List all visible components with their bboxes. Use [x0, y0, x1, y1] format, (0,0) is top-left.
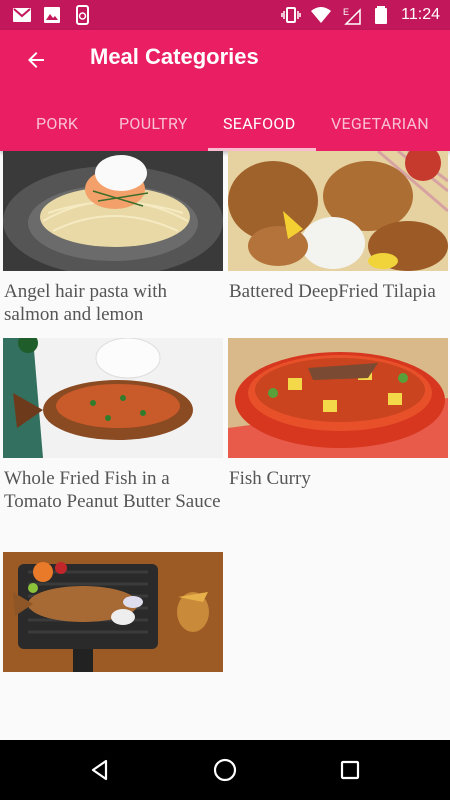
wifi-icon: [311, 7, 332, 23]
meal-image: [3, 552, 223, 672]
meal-card[interactable]: [3, 552, 223, 681]
tab-vegetarian[interactable]: VEGETARIAN: [331, 114, 429, 133]
meal-card[interactable]: Whole Fried Fish in a Tomato Peanut Butt…: [3, 338, 223, 513]
nav-back-button[interactable]: [85, 755, 115, 785]
meal-image: [3, 151, 223, 271]
home-circle-icon: [213, 758, 237, 782]
meal-title: Battered DeepFried Tilapia: [229, 281, 436, 302]
meal-title: Fish Curry: [229, 468, 311, 489]
tab-seafood[interactable]: SEAFOOD: [223, 114, 296, 133]
status-time: 11:24: [401, 6, 440, 23]
tab-pork[interactable]: PORK: [36, 114, 78, 133]
meal-card[interactable]: Angel hair pasta with salmon and lemon: [3, 151, 223, 326]
meal-title: Whole Fried Fish in a Tomato Peanut Butt…: [4, 468, 221, 512]
meal-image: [228, 338, 448, 458]
recents-square-icon: [340, 760, 360, 780]
app-bar: Meal Categories PORK POULTRY SEAFOOD VEG…: [0, 30, 450, 151]
screenshot-icon: [76, 5, 89, 25]
meal-image: [3, 338, 223, 458]
nav-recents-button[interactable]: [335, 755, 365, 785]
meal-card[interactable]: Battered DeepFried Tilapia: [228, 151, 448, 303]
signal-e-icon: E: [343, 7, 361, 25]
meal-title: Angel hair pasta with salmon and lemon: [4, 281, 168, 325]
meal-grid: Angel hair pasta with salmon and lemon B…: [0, 151, 450, 740]
back-triangle-icon: [91, 759, 108, 781]
vibrate-icon: [281, 7, 301, 23]
status-bar: E 11:24: [0, 0, 450, 30]
nav-home-button[interactable]: [210, 755, 240, 785]
tab-poultry[interactable]: POULTRY: [119, 114, 188, 133]
image-icon: [44, 7, 60, 23]
category-tabs: PORK POULTRY SEAFOOD VEGETARIAN: [0, 102, 450, 151]
arrow-back-icon: [28, 52, 44, 68]
svg-text:E: E: [343, 7, 349, 17]
battery-icon: [375, 6, 388, 24]
back-button[interactable]: [18, 42, 54, 78]
gmail-icon: [13, 8, 31, 22]
meal-image: [228, 151, 448, 271]
meal-card[interactable]: Fish Curry: [228, 338, 448, 490]
navigation-bar: [0, 740, 450, 800]
page-title: Meal Categories: [90, 44, 259, 69]
